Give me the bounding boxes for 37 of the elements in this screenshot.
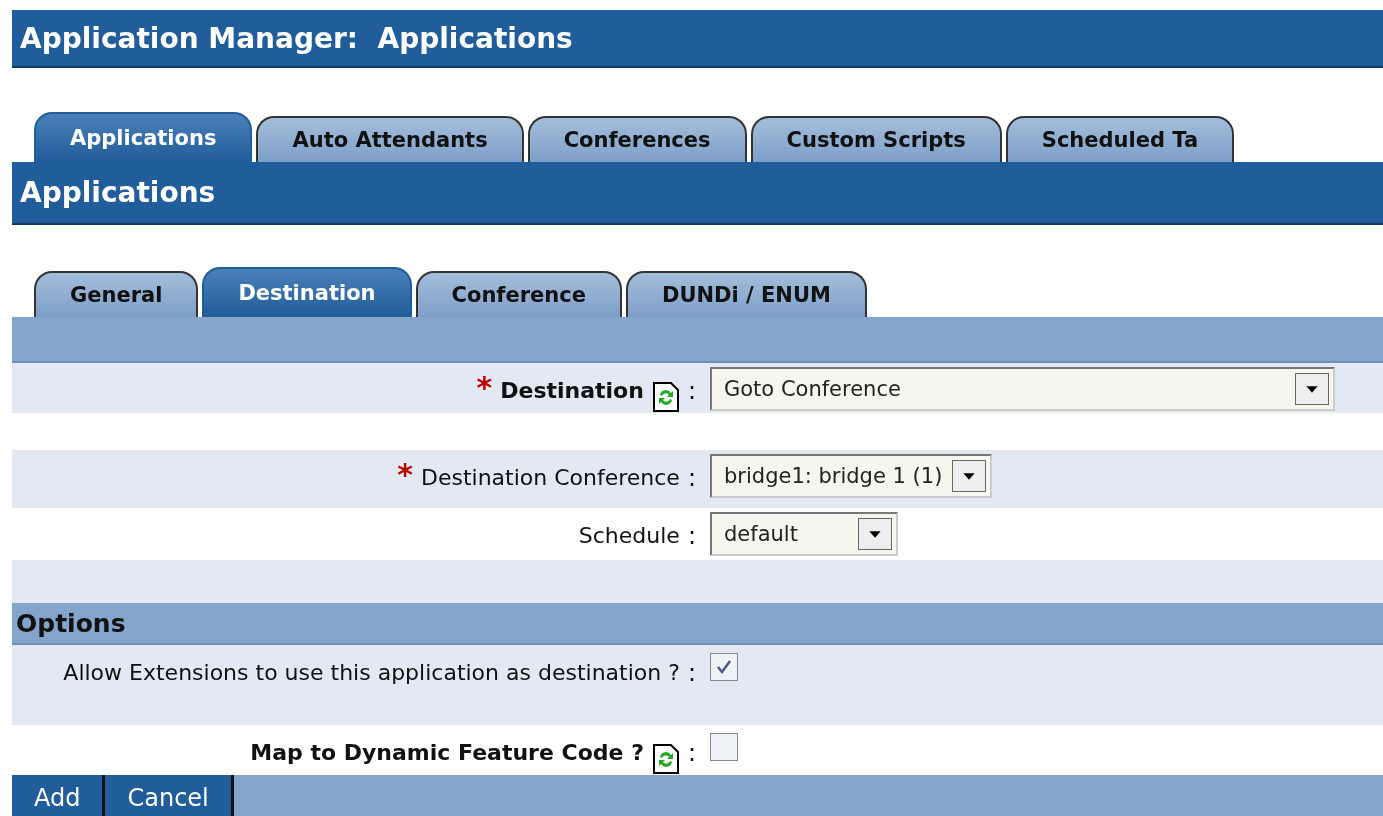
tab[interactable]: Destination (202, 267, 412, 317)
colon: : (687, 463, 696, 494)
form-button[interactable]: Add (12, 775, 106, 816)
colon: : (687, 376, 696, 407)
caret-icon (858, 518, 892, 550)
checkbox[interactable] (710, 733, 738, 761)
tab[interactable]: Conferences (527, 116, 747, 162)
options-title: Options (16, 608, 126, 638)
window-title: Application Manager: Applications (20, 21, 573, 55)
colon: : (687, 521, 696, 552)
field-label: Allow Extensions to use this application as destination ? (63, 659, 680, 687)
form-button[interactable]: Cancel (105, 775, 234, 816)
refresh-document-icon[interactable] (651, 743, 680, 775)
caret-icon (1295, 373, 1329, 405)
field-label: Destination Conference (420, 464, 680, 492)
caret-icon (952, 460, 987, 492)
field-label: Destination (500, 377, 644, 405)
dropdown[interactable]: Goto Conference (710, 367, 1335, 411)
tab[interactable]: Applications (34, 112, 253, 162)
checkbox[interactable] (710, 653, 738, 681)
check-icon (715, 658, 733, 676)
tab[interactable]: Conference (415, 271, 622, 317)
tab[interactable]: DUNDi / ENUM (626, 271, 867, 317)
section-title: Applications (20, 176, 216, 209)
tab[interactable]: Scheduled Ta (1005, 116, 1235, 162)
colon: : (687, 658, 696, 689)
refresh-document-icon[interactable] (651, 381, 680, 413)
tab[interactable]: Auto Attendants (256, 116, 524, 162)
field-label: Schedule (578, 522, 680, 550)
required-marker: * (397, 460, 413, 490)
tab[interactable]: General (34, 271, 199, 317)
tab[interactable]: Custom Scripts (750, 116, 1002, 162)
field-label: Map to Dynamic Feature Code ? (250, 739, 644, 767)
required-marker: * (476, 373, 493, 403)
colon: : (687, 738, 696, 769)
dropdown[interactable]: bridge1: bridge 1 (1) (710, 454, 993, 498)
dropdown[interactable]: default (710, 512, 898, 556)
